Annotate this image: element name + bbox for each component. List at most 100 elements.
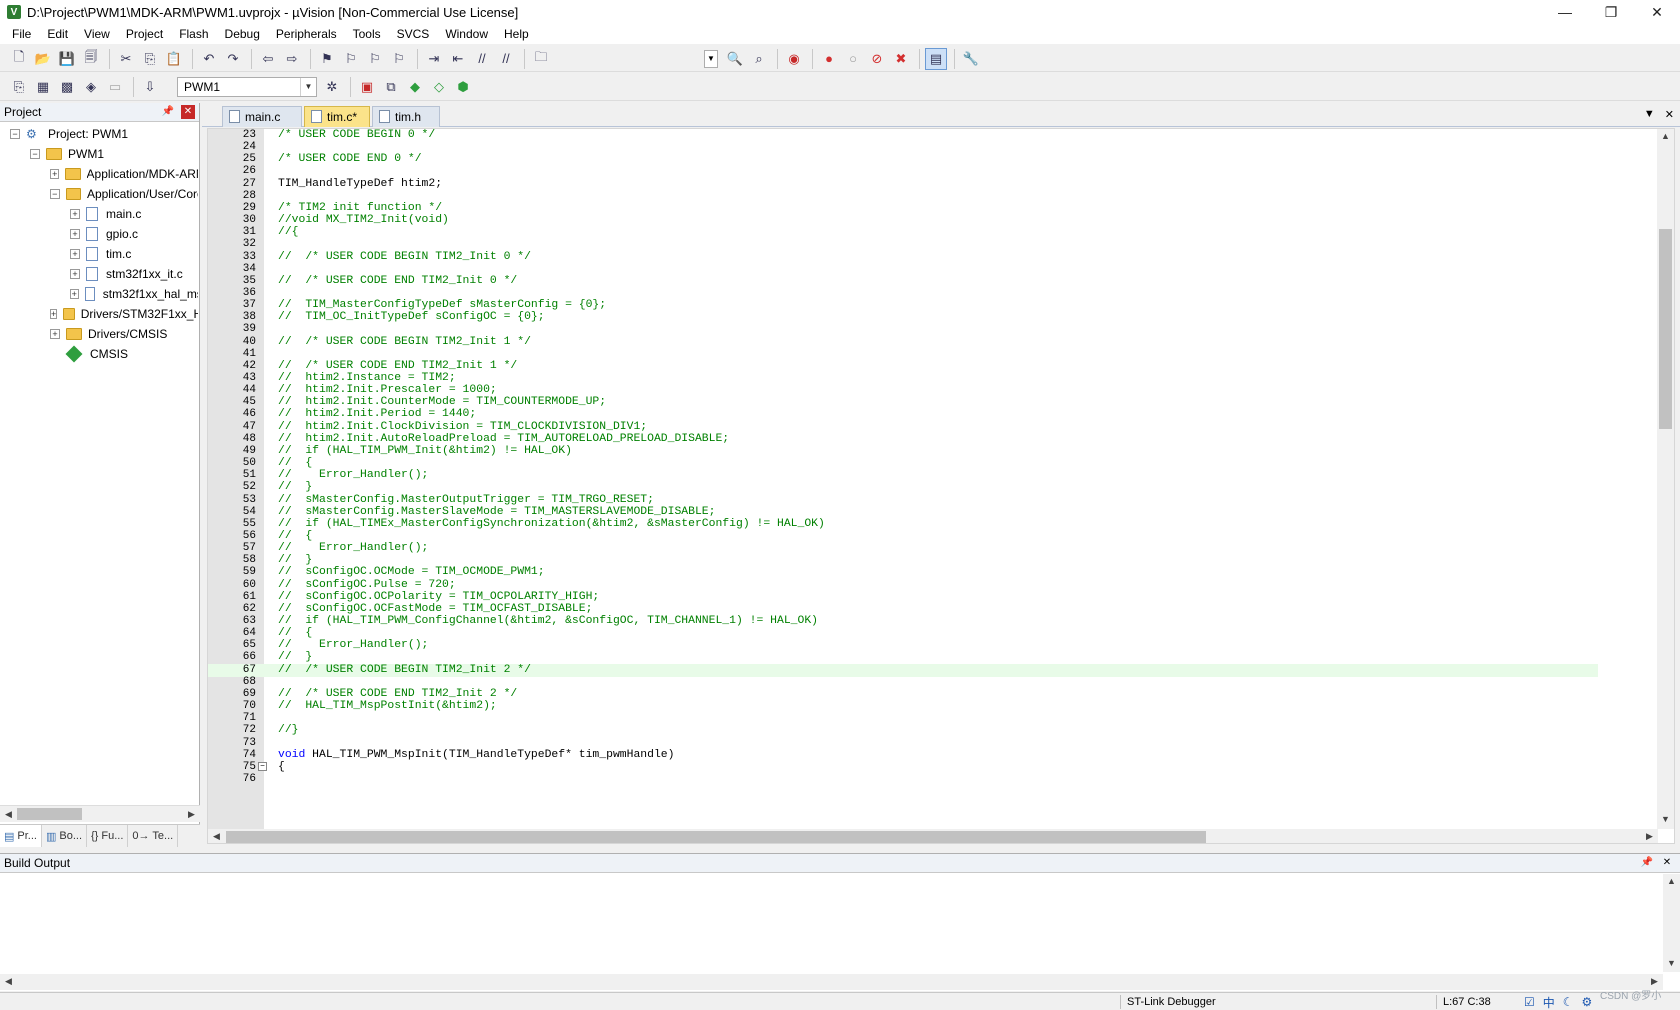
code-line[interactable]: 46 // htim2.Init.Period = 1440; xyxy=(208,408,1598,421)
scroll-right-icon[interactable]: ▶ xyxy=(184,807,199,822)
tree-item-folder[interactable]: + Application/MDK-ARM xyxy=(50,164,198,184)
incremental-find-icon[interactable]: ⌕ xyxy=(748,48,770,70)
code-line[interactable]: 49 // if (HAL_TIM_PWM_Init(&htim2) != HAL… xyxy=(208,445,1598,458)
comment-icon[interactable]: // xyxy=(471,48,493,70)
code-line[interactable]: 29 /* TIM2 init function */ xyxy=(208,202,1598,215)
code-line[interactable]: 76 xyxy=(208,773,1598,786)
code-line[interactable]: 23 /* USER CODE BEGIN 0 */ xyxy=(208,129,1598,142)
menu-help[interactable]: Help xyxy=(496,24,537,44)
expand-icon[interactable]: + xyxy=(70,249,80,259)
scrollbar-thumb[interactable] xyxy=(1659,229,1672,429)
redo-icon[interactable]: ↷ xyxy=(222,48,244,70)
expand-icon[interactable]: + xyxy=(50,329,60,339)
download-load-icon[interactable]: ⇩ xyxy=(139,76,161,98)
find-combo-dropdown-icon[interactable]: ▼ xyxy=(704,49,718,68)
editor-horizontal-scrollbar[interactable]: ◀ ▶ xyxy=(208,829,1658,843)
close-icon[interactable]: ✕ xyxy=(1660,856,1674,870)
copy-icon[interactable]: ⎘ xyxy=(139,48,161,70)
ime-indicator[interactable]: 中 xyxy=(1543,994,1555,1010)
code-line[interactable]: 56 // { xyxy=(208,530,1598,543)
project-horizontal-scrollbar[interactable]: ◀ ▶ xyxy=(0,805,200,822)
scroll-right-icon[interactable]: ▶ xyxy=(1642,829,1657,843)
code-line[interactable]: 42 // /* USER CODE END TIM2_Init 1 */ xyxy=(208,360,1598,373)
build-output-text[interactable] xyxy=(0,874,1663,972)
navigate-back-icon[interactable]: ⇦ xyxy=(257,48,279,70)
code-line[interactable]: 58 // } xyxy=(208,554,1598,567)
code-line[interactable]: 67 // /* USER CODE BEGIN TIM2_Init 2 */ xyxy=(208,663,1598,677)
prev-bookmark-icon[interactable]: ⚐ xyxy=(340,48,362,70)
undo-icon[interactable]: ↶ xyxy=(198,48,220,70)
stop-build-icon[interactable]: ▭ xyxy=(104,76,126,98)
code-line[interactable]: 34 xyxy=(208,263,1598,276)
code-line[interactable]: 64 // { xyxy=(208,627,1598,640)
menu-debug[interactable]: Debug xyxy=(217,24,268,44)
save-icon[interactable]: 💾 xyxy=(56,48,78,70)
bookmark-icon[interactable]: ⚑ xyxy=(316,48,338,70)
code-line[interactable]: 38 // TIM_OC_InitTypeDef sConfigOC = {0}; xyxy=(208,311,1598,324)
cut-icon[interactable]: ✂ xyxy=(115,48,137,70)
scrollbar-thumb[interactable] xyxy=(226,831,1206,843)
tree-item-folder[interactable]: + Drivers/CMSIS xyxy=(50,324,198,344)
code-line[interactable]: 53 // sMasterConfig.MasterOutputTrigger =… xyxy=(208,494,1598,507)
tab-templates[interactable]: 0→ Te... xyxy=(128,825,179,847)
scroll-up-icon[interactable]: ▲ xyxy=(1658,129,1673,144)
paste-icon[interactable]: 📋 xyxy=(163,48,185,70)
tab-tim-h[interactable]: tim.h xyxy=(372,106,440,127)
code-line[interactable]: 71 xyxy=(208,712,1598,725)
scroll-down-icon[interactable]: ▼ xyxy=(1658,812,1673,827)
collapse-icon[interactable]: − xyxy=(30,149,40,159)
build-output-horizontal-scrollbar[interactable]: ◀ ▶ xyxy=(0,974,1663,990)
code-line[interactable]: 41 xyxy=(208,348,1598,361)
code-editor[interactable]: 23 /* USER CODE BEGIN 0 */ 24 25 /* USER COD… xyxy=(207,128,1675,844)
tree-item-cmsis[interactable]: CMSIS xyxy=(50,344,198,364)
tab-books[interactable]: ▥ Bo... xyxy=(42,825,87,847)
code-line[interactable]: 40 // /* USER CODE BEGIN TIM2_Init 1 */ xyxy=(208,336,1598,349)
code-line[interactable]: 74 void HAL_TIM_PWM_MspInit(TIM_HandleTyp… xyxy=(208,749,1598,762)
menu-tools[interactable]: Tools xyxy=(345,24,389,44)
code-line[interactable]: 63 // if (HAL_TIM_PWM_ConfigChannel(&htim… xyxy=(208,615,1598,628)
tree-item-file[interactable]: + stm32f1xx_hal_msp.c xyxy=(70,284,198,304)
expand-icon[interactable]: + xyxy=(70,289,79,299)
code-line[interactable]: 52 // } xyxy=(208,481,1598,494)
tree-item-project[interactable]: − ⚙ Project: PWM1 xyxy=(10,124,198,144)
unindent-icon[interactable]: ⇤ xyxy=(447,48,469,70)
code-line[interactable]: 25 /* USER CODE END 0 */ xyxy=(208,153,1598,166)
file-extensions-icon[interactable]: ⧉ xyxy=(380,76,402,98)
navigate-forward-icon[interactable]: ⇨ xyxy=(281,48,303,70)
pin-icon[interactable]: 📌 xyxy=(1640,856,1654,870)
code-line[interactable]: 24 xyxy=(208,141,1598,154)
indent-icon[interactable]: ⇥ xyxy=(423,48,445,70)
manage-rte-icon[interactable]: ◆ xyxy=(404,76,426,98)
code-line[interactable]: 60 // sConfigOC.Pulse = 720; xyxy=(208,579,1598,592)
code-line[interactable]: 54 // sMasterConfig.MasterSlaveMode = TIM… xyxy=(208,506,1598,519)
code-line[interactable]: 26 xyxy=(208,165,1598,178)
tree-item-folder[interactable]: + Drivers/STM32F1xx_HAL_Driver xyxy=(50,304,198,324)
disable-all-breakpoints-icon[interactable]: ⊘ xyxy=(866,48,888,70)
tree-item-file[interactable]: + stm32f1xx_it.c xyxy=(70,264,198,284)
code-line[interactable]: 43 // htim2.Instance = TIM2; xyxy=(208,372,1598,385)
close-window-button[interactable]: ✕ xyxy=(1634,0,1680,24)
tab-main-c[interactable]: main.c xyxy=(222,106,302,127)
tab-project[interactable]: ▤ Pr... xyxy=(0,825,42,847)
code-line[interactable]: 69 // /* USER CODE END TIM2_Init 2 */ xyxy=(208,688,1598,701)
code-area[interactable]: 23 /* USER CODE BEGIN 0 */ 24 25 /* USER COD… xyxy=(208,129,1658,829)
code-line[interactable]: 57 // Error_Handler(); xyxy=(208,542,1598,555)
find-icon[interactable]: 🔍 xyxy=(724,48,746,70)
code-line[interactable]: 48 // htim2.Init.AutoReloadPreload = TIM_… xyxy=(208,433,1598,446)
open-folder-icon[interactable]: 📂 xyxy=(32,48,54,70)
code-line[interactable]: 70 // HAL_TIM_MspPostInit(&htim2); xyxy=(208,700,1598,713)
scroll-up-icon[interactable]: ▲ xyxy=(1664,874,1679,889)
code-line[interactable]: 50 // { xyxy=(208,457,1598,470)
code-line[interactable]: 68 xyxy=(208,676,1598,689)
code-line[interactable]: 73 xyxy=(208,737,1598,750)
manage-components-icon[interactable]: ▣ xyxy=(356,76,378,98)
select-packs-icon[interactable]: ◇ xyxy=(428,76,450,98)
checkbox-tray-icon[interactable]: ☑ xyxy=(1524,995,1535,1009)
code-line[interactable]: 39 xyxy=(208,323,1598,336)
code-line[interactable]: 72 //} xyxy=(208,724,1598,737)
window-layout-icon[interactable]: ▤ xyxy=(925,47,947,70)
clear-bookmarks-icon[interactable]: ⚐ xyxy=(388,48,410,70)
collapse-icon[interactable]: − xyxy=(10,129,20,139)
breakpoint-icon[interactable]: ● xyxy=(818,48,840,70)
translate-icon[interactable]: ⎘ xyxy=(8,76,30,98)
